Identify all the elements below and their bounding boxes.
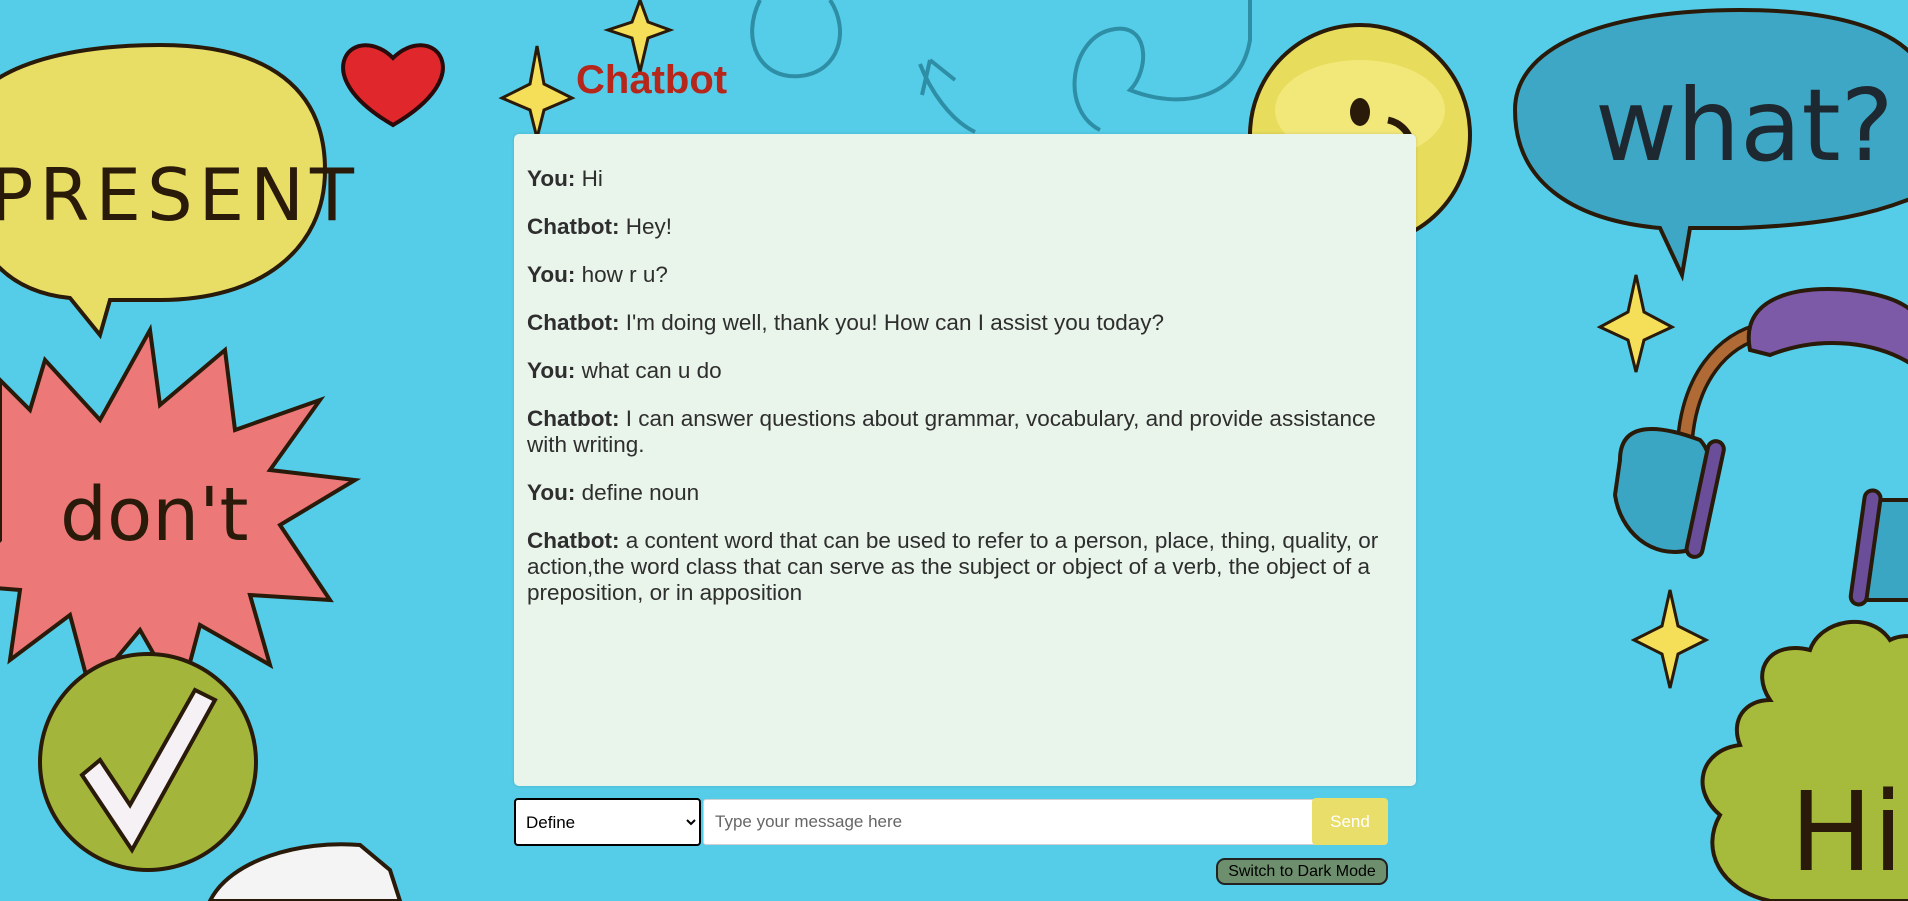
present-sticker-text: PRESENT	[0, 153, 360, 237]
message-text: I can answer questions about grammar, vo…	[527, 406, 1376, 457]
chat-message: Chatbot: I can answer questions about gr…	[527, 406, 1404, 458]
checkmark-icon	[38, 652, 258, 872]
hi-sticker-text: Hi!	[1790, 768, 1908, 896]
message-speaker: You:	[527, 358, 576, 383]
chat-message: You: what can u do	[527, 358, 1404, 384]
message-text: Hey!	[619, 214, 672, 239]
message-speaker: Chatbot:	[527, 310, 620, 335]
message-speaker: You:	[527, 262, 576, 287]
chat-input-bar: Define Send	[514, 798, 1414, 846]
message-speaker: Chatbot:	[527, 406, 620, 431]
message-speaker: You:	[527, 480, 576, 505]
chat-message: You: how r u?	[527, 262, 1404, 288]
message-input[interactable]	[703, 799, 1323, 845]
dont-sticker-text: don't	[60, 472, 249, 558]
message-speaker: You:	[527, 166, 576, 191]
send-button[interactable]: Send	[1312, 798, 1388, 845]
message-speaker: Chatbot:	[527, 214, 620, 239]
mode-select[interactable]: Define	[514, 798, 701, 846]
message-text: Hi	[575, 166, 603, 191]
what-sticker-text: what?	[1595, 67, 1894, 184]
chat-message: You: define noun	[527, 480, 1404, 506]
message-text: how r u?	[575, 262, 668, 287]
message-text: what can u do	[575, 358, 722, 383]
message-text: define noun	[575, 480, 700, 505]
chat-message: Chatbot: a content word that can be used…	[527, 528, 1404, 606]
chat-message: Chatbot: I'm doing well, thank you! How …	[527, 310, 1404, 336]
chat-message: You: Hi	[527, 166, 1404, 192]
chat-message: Chatbot: Hey!	[527, 214, 1404, 240]
page-title: Chatbot	[576, 58, 728, 102]
dark-mode-toggle-button[interactable]: Switch to Dark Mode	[1216, 858, 1388, 885]
message-text: I'm doing well, thank you! How can I ass…	[619, 310, 1165, 335]
chat-log[interactable]: You: Hi Chatbot: Hey! You: how r u? Chat…	[514, 134, 1416, 786]
message-text: a content word that can be used to refer…	[527, 528, 1379, 605]
message-speaker: Chatbot:	[527, 528, 620, 553]
